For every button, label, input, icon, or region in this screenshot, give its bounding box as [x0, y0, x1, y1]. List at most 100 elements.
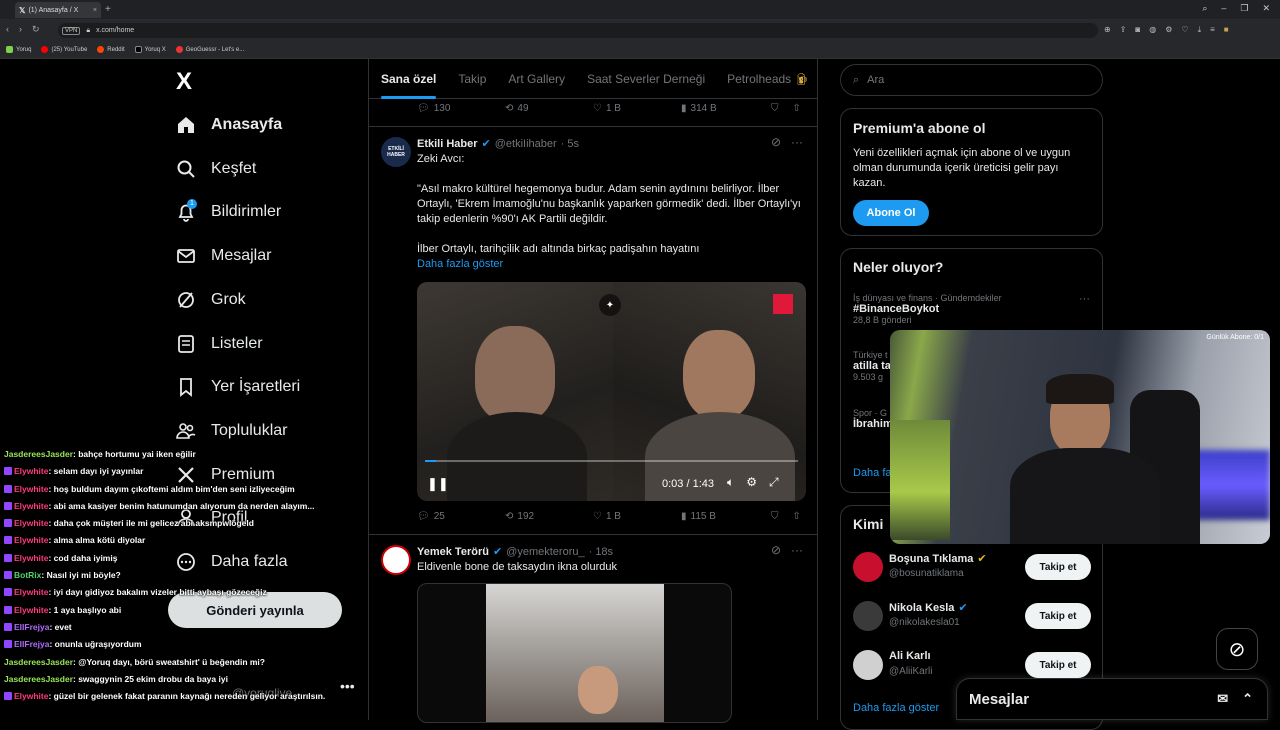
trends-more-link[interactable]: Daha fa [853, 467, 892, 479]
who-name[interactable]: Boşuna Tıklama [889, 553, 973, 565]
fullscreen-icon[interactable]: ⤢ [769, 475, 779, 490]
bookmark-item[interactable]: Yoruq X [134, 46, 166, 53]
who-name[interactable]: Nikola Kesla [889, 602, 954, 614]
nav-item-6[interactable]: Listeler [176, 334, 263, 354]
tab-art-gallery[interactable]: Art Gallery [508, 72, 565, 86]
share-icon[interactable]: ⇧ [793, 103, 801, 114]
like-button[interactable]: ♡ 1 B [593, 511, 681, 522]
nav-item-4[interactable]: Mesajlar [176, 246, 271, 266]
sparkle-icon[interactable]: ✦ [599, 294, 621, 316]
nav-item-5[interactable]: Grok [176, 290, 246, 310]
more-icon[interactable]: ··· [791, 543, 803, 557]
post-image[interactable] [417, 583, 732, 723]
bookmark-item[interactable]: GeoGuessr - Let's e... [175, 46, 244, 53]
back-icon[interactable]: ‹ [6, 24, 9, 35]
expand-icon[interactable]: ⌃ [1242, 691, 1253, 707]
bookmark-item[interactable]: Reddit [97, 46, 125, 53]
bookmark-item[interactable]: (25) YouTube [41, 46, 87, 53]
bookmark-item[interactable]: Yoruq [6, 46, 31, 53]
nav-item-2[interactable]: Keşfet [176, 159, 256, 179]
like-button[interactable]: ♡ 1 B [593, 103, 681, 114]
close-window-icon[interactable]: ✕ [1262, 3, 1270, 14]
trend-item[interactable]: Spor · G İbrahim [853, 408, 893, 430]
who-item[interactable]: Boşuna Tıklama ✔ @bosunatiklama Takip et [853, 550, 1091, 584]
nav-item-7[interactable]: Yer İşaretleri [176, 377, 300, 397]
extension-icon[interactable]: ◍ [1149, 25, 1156, 35]
maximize-icon[interactable]: ❐ [1240, 3, 1248, 14]
vpn-badge[interactable]: VPN [62, 26, 81, 35]
menu-icon[interactable]: ≡ [1210, 25, 1215, 35]
author-handle[interactable]: @yemekteroru_ [506, 546, 584, 558]
reload-icon[interactable]: ↻ [32, 24, 40, 35]
grok-icon[interactable]: ⊘ [771, 135, 781, 149]
tab-saat-severler[interactable]: Saat Severler Derneği [587, 72, 705, 86]
views-button[interactable]: ▮ 115 B [681, 511, 771, 522]
repost-button[interactable]: ⟲ 192 [505, 511, 593, 522]
profile-icon[interactable]: ■ [1224, 25, 1229, 35]
share-icon[interactable]: ⇧ [793, 511, 801, 522]
search-input[interactable]: ⌕ Ara [840, 64, 1103, 96]
nav-label: Listeler [211, 335, 263, 352]
nav-item-8[interactable]: Topluluklar [176, 421, 287, 441]
video-progress-track[interactable] [425, 460, 798, 462]
messages-drawer[interactable]: Mesajlar ✉ ⌃ [956, 678, 1268, 720]
download-icon[interactable]: ⤓ [1198, 25, 1202, 35]
who-name[interactable]: Ali Karlı [889, 650, 931, 662]
bookmark-icon[interactable]: ⛉ [771, 511, 779, 522]
more-icon[interactable]: ··· [1079, 293, 1090, 305]
volume-icon[interactable]: 🔈︎ [727, 475, 734, 490]
post-time[interactable]: · 18s [589, 546, 613, 558]
url-field[interactable]: VPN 🔒︎ x.com/home [58, 23, 1098, 38]
post-yemek-teroru[interactable]: Yemek Terörü ✔ @yemekteroru_ · 18s ⊘ ···… [369, 535, 817, 723]
follow-button[interactable]: Takip et [1025, 652, 1091, 678]
grok-button[interactable]: ⊘ [1216, 628, 1258, 670]
trend-item[interactable]: Türkiye t atilla ta 9.503 g [853, 350, 891, 382]
zoom-icon[interactable]: ⊕ [1104, 25, 1111, 35]
reply-button[interactable]: 💬︎ 25 [417, 511, 505, 522]
subscribe-button[interactable]: Abone Ol [853, 200, 929, 226]
nav-item-1[interactable]: Anasayfa [176, 115, 282, 135]
close-icon[interactable]: × [93, 7, 97, 14]
new-message-icon[interactable]: ✉ [1217, 691, 1228, 707]
grok-icon[interactable]: ⊘ [771, 543, 781, 557]
author-name[interactable]: Yemek Terörü [417, 546, 489, 558]
forward-icon[interactable]: › [19, 24, 22, 35]
tab-petrolheads[interactable]: Petrolheads 🍺︎ [727, 72, 810, 86]
who-item[interactable]: Nikola Kesla ✔ @nikolakesla01 Takip et [853, 599, 1091, 633]
minimize-icon[interactable]: – [1221, 3, 1226, 14]
avatar[interactable] [381, 545, 411, 575]
reply-button[interactable]: 💬︎ 130 [417, 103, 505, 114]
who-more-link[interactable]: Daha fazla göster [853, 702, 939, 714]
video-player[interactable]: ✦ ❚❚ 0:03 / 1:43 🔈︎ ⚙ ⤢ [417, 282, 806, 501]
avatar[interactable]: ETKİLİ HABER [381, 137, 411, 167]
nav-item-3[interactable]: 1 Bildirimler [176, 199, 281, 222]
follow-button[interactable]: Takip et [1025, 554, 1091, 580]
author-handle[interactable]: @etkiIihaber [495, 138, 557, 150]
search-tabs-icon[interactable]: ⌕ [1202, 3, 1207, 14]
new-tab-icon[interactable]: + [105, 4, 111, 15]
camera-icon[interactable]: ◙ [1135, 25, 1140, 35]
post-etkili-haber[interactable]: ETKİLİ HABER Etkili Haber ✔ @etkiIihaber… [369, 127, 817, 534]
follow-button[interactable]: Takip et [1025, 603, 1091, 629]
trend-item[interactable]: İş dünyası ve finans · Gündemdekiler #Bin… [853, 293, 1002, 325]
post-time[interactable]: · 5s [561, 138, 579, 150]
settings-icon[interactable]: ⚙ [746, 475, 757, 490]
show-more-link[interactable]: Daha fazla göster [417, 257, 807, 272]
heart-icon[interactable]: ♡ [1181, 25, 1188, 35]
pause-icon[interactable]: ❚❚ [427, 476, 449, 492]
tab-takip[interactable]: Takip [458, 72, 486, 86]
settings-icon[interactable]: ⚙ [1165, 25, 1172, 35]
bookmark-icon[interactable]: ⛉ [771, 103, 779, 114]
who-item[interactable]: Ali Karlı @AliiKarli Takip et [853, 648, 1091, 682]
avatar[interactable] [853, 650, 883, 680]
browser-tab[interactable]: 𝕏 (1) Anasayfa / X × [15, 2, 101, 18]
avatar[interactable] [853, 601, 883, 631]
repost-button[interactable]: ⟲ 49 [505, 103, 593, 114]
x-logo-icon[interactable]: X [176, 68, 192, 96]
views-button[interactable]: ▮ 314 B [681, 103, 771, 114]
author-name[interactable]: Etkili Haber [417, 138, 478, 150]
share-icon[interactable]: ⇪ [1120, 25, 1127, 35]
tab-sana-ozel[interactable]: Sana özel [381, 72, 437, 99]
avatar[interactable] [853, 552, 883, 582]
more-icon[interactable]: ··· [791, 135, 803, 149]
